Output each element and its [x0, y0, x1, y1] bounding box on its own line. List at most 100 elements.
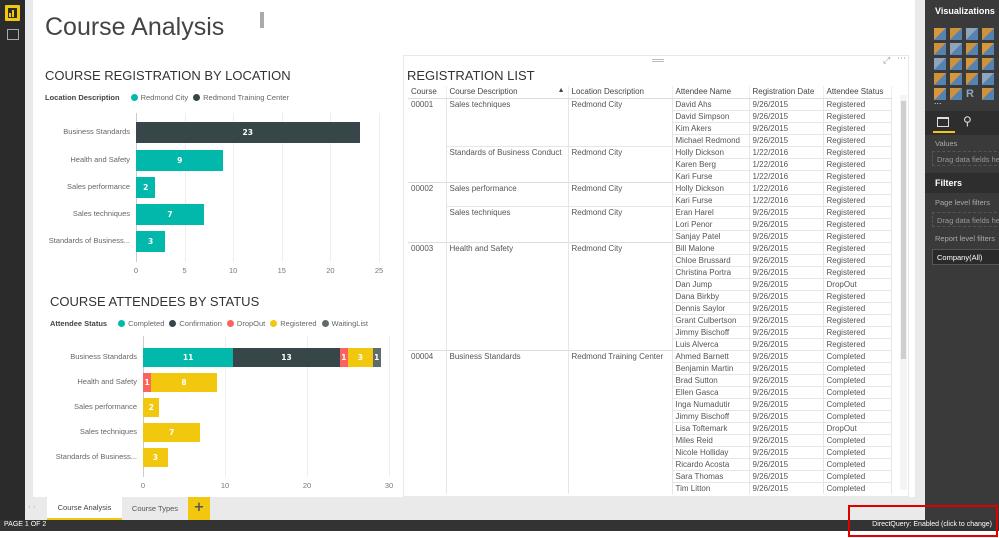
bar-waitinglist[interactable]: 1 — [372, 347, 381, 367]
bar-completed[interactable]: 11 — [143, 347, 234, 367]
bar-confirmation[interactable]: 13 — [233, 347, 340, 367]
registration-date-cell: 9/26/2015 — [749, 410, 824, 423]
attendee-status-cell: DropOut — [823, 278, 892, 291]
attendee-status-cell: Registered — [823, 122, 892, 135]
legend-item[interactable]: Registered — [280, 319, 316, 328]
attendee-status-cell: Registered — [823, 182, 892, 195]
legend-item[interactable]: WaitingList — [332, 319, 368, 328]
add-page-button[interactable]: + — [188, 497, 210, 520]
table-row[interactable]: 00003 Health and Safety Redmond City Bill M… — [408, 241, 892, 350]
bar-redmond-training-center[interactable]: 23 — [136, 121, 360, 143]
custom-visual-icon[interactable] — [982, 88, 994, 100]
attendee-status-cell: Completed — [823, 482, 892, 494]
attendee-name-cell: Kari Furse — [672, 170, 750, 183]
attendee-name-cell: Holly Dickson — [672, 146, 750, 159]
bar-registered[interactable]: 2 — [143, 397, 160, 417]
attendee-name-cell: Lori Penor — [672, 218, 750, 231]
stacked-area-icon[interactable] — [966, 43, 978, 55]
donut-icon[interactable] — [950, 88, 962, 100]
bar-dropout[interactable]: 1 — [143, 372, 152, 392]
column-header[interactable]: Registration Date — [749, 86, 824, 99]
funnel-icon[interactable] — [950, 73, 962, 85]
matrix-icon[interactable] — [966, 58, 978, 70]
card-icon[interactable] — [982, 73, 994, 85]
bar-registered[interactable]: 7 — [143, 422, 201, 442]
clustered-bar-icon[interactable] — [966, 28, 978, 40]
table-row[interactable]: Standards of Business Conduct Redmond Cit… — [408, 145, 892, 182]
column-header[interactable]: Location Description — [568, 86, 673, 99]
attendee-name-cell: Kim Akers — [672, 122, 750, 135]
registration-date-cell: 9/26/2015 — [749, 134, 824, 147]
bar-dropout[interactable]: 1 — [339, 347, 348, 367]
attendee-name-cell: Dennis Saylor — [672, 302, 750, 315]
table-row[interactable]: Sales techniques Redmond City Eran Harel 9/… — [408, 205, 892, 242]
course-cell: 00001 — [408, 97, 447, 182]
data-label: 3 — [147, 236, 154, 246]
bar-redmond-city[interactable]: 2 — [136, 176, 156, 198]
legend-item[interactable]: Redmond City — [141, 93, 189, 102]
area-chart-icon[interactable] — [950, 43, 962, 55]
bar-registered[interactable]: 8 — [151, 372, 217, 392]
stacked-column-icon[interactable] — [950, 28, 962, 40]
legend-item[interactable]: Redmond Training Center — [203, 93, 289, 102]
attendee-name-cell: Jimmy Bischoff — [672, 326, 750, 339]
drag-handle[interactable] — [652, 59, 664, 62]
company-filter-card[interactable]: Company(All) — [932, 249, 999, 265]
registration-date-cell: 1/22/2016 — [749, 194, 824, 207]
pie-chart-icon[interactable] — [950, 58, 962, 70]
location-cell: Redmond City — [568, 97, 673, 146]
table-row[interactable]: 00002 Sales performance Redmond City Holly … — [408, 181, 892, 242]
tab-course-types[interactable]: Course Types — [123, 497, 187, 520]
stacked-bar-icon[interactable] — [934, 28, 946, 40]
tab-scroll-arrows[interactable]: ‹ › — [28, 503, 36, 511]
x-tick-label: 20 — [326, 266, 335, 275]
filled-map-icon[interactable] — [934, 73, 946, 85]
relationships-view-icon[interactable] — [7, 29, 19, 40]
attendee-status-cell: Registered — [823, 146, 892, 159]
column-header[interactable]: Course — [408, 86, 447, 99]
r-visual-icon[interactable]: R — [966, 88, 978, 100]
column-header[interactable]: Course Description ▲ — [446, 86, 569, 99]
tab-course-analysis[interactable]: Course Analysis — [47, 497, 122, 520]
legend-title: Attendee Status — [50, 319, 108, 328]
format-tab-icon[interactable]: ⚲ — [963, 114, 972, 128]
sort-ascending-icon[interactable]: ▲ — [558, 87, 565, 94]
attendee-name-cell: Karen Berg — [672, 158, 750, 171]
more-visuals-button[interactable]: ... — [934, 96, 942, 106]
bar-redmond-city[interactable]: 3 — [136, 230, 166, 252]
column-header-label: Attendee Name — [675, 87, 732, 97]
table-row[interactable]: 00001 Sales techniques Redmond City David A… — [408, 97, 892, 182]
category-label: Sales techniques — [72, 209, 130, 218]
legend-item[interactable]: DropOut — [237, 319, 265, 328]
bar-redmond-city[interactable]: 9 — [136, 149, 224, 171]
bar-registered[interactable]: 3 — [348, 347, 373, 367]
attendee-name-cell: Inga Numadutir — [672, 398, 750, 411]
page-filters-drop-well[interactable]: Drag data fields here — [932, 212, 999, 227]
clustered-column-icon[interactable] — [982, 28, 994, 40]
x-tick-label: 30 — [384, 481, 394, 490]
data-label: 1 — [144, 377, 150, 387]
values-drop-well[interactable]: Drag data fields here — [932, 151, 999, 166]
course-description-cell: Sales techniques — [446, 97, 569, 146]
report-view-icon[interactable] — [5, 5, 20, 21]
column-header[interactable]: Attendee Name — [672, 86, 750, 99]
bar-redmond-city[interactable]: 7 — [136, 203, 205, 225]
ribbon-chart-icon[interactable] — [982, 43, 994, 55]
fields-tab-icon[interactable] — [937, 117, 949, 127]
scatter-chart-icon[interactable] — [934, 58, 946, 70]
legend-item[interactable]: Confirmation — [179, 319, 222, 328]
map-icon[interactable] — [982, 58, 994, 70]
scrollbar-thumb[interactable] — [901, 101, 906, 359]
table-scrollbar[interactable] — [900, 95, 907, 490]
gauge-icon[interactable] — [966, 73, 978, 85]
column-header[interactable]: Attendee Status — [823, 86, 892, 99]
attendee-name-cell: Lisa Toftemark — [672, 422, 750, 435]
chart1-legend: Location Description Redmond City Redmond … — [45, 93, 289, 102]
more-options-icon[interactable]: ⋯ — [897, 54, 906, 64]
focus-mode-icon[interactable]: ⤢ — [883, 56, 890, 66]
bar-registered[interactable]: 3 — [143, 447, 168, 467]
legend-item[interactable]: Completed — [128, 319, 164, 328]
line-chart-icon[interactable] — [934, 43, 946, 55]
table-row[interactable]: 00004 Business Standards Redmond Training … — [408, 349, 892, 494]
location-cell: Redmond City — [568, 241, 673, 350]
